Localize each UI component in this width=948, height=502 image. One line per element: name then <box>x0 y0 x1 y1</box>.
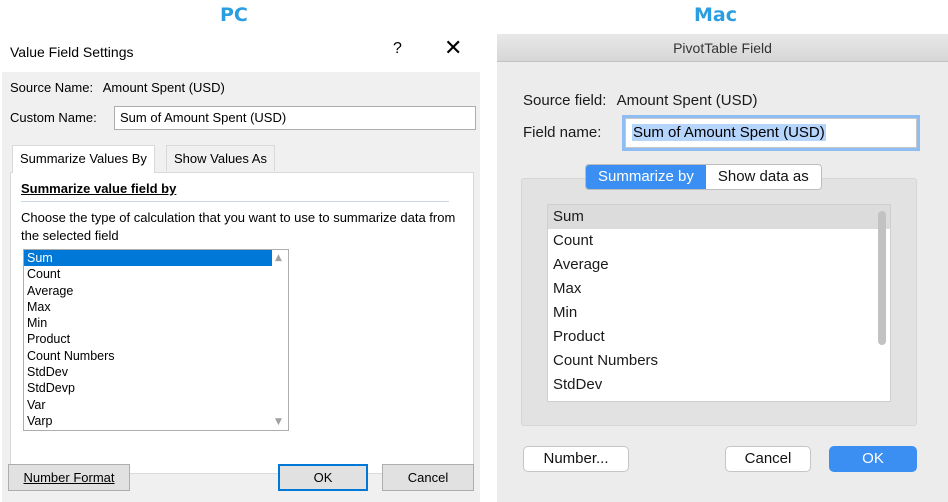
list-item[interactable]: Average <box>24 283 274 299</box>
list-item[interactable]: Product <box>24 331 274 347</box>
section-description: Choose the type of calculation that you … <box>21 210 456 243</box>
list-item[interactable]: Average <box>548 253 890 277</box>
list-item[interactable]: Max <box>24 299 274 315</box>
cancel-button[interactable]: Cancel <box>725 446 811 472</box>
section-divider <box>21 201 449 202</box>
close-icon[interactable]: ✕ <box>444 36 462 61</box>
list-item[interactable]: StdDev <box>24 364 274 380</box>
mac-caption: Mac <box>694 4 737 26</box>
list-item[interactable]: Var <box>24 397 274 413</box>
list-item[interactable]: Sum <box>24 250 274 267</box>
custom-name-field[interactable]: Sum of Amount Spent (USD) <box>114 106 476 130</box>
source-field-row: Source field: Amount Spent (USD) <box>523 92 757 109</box>
list-item[interactable]: Count <box>24 266 274 282</box>
list-item[interactable]: Product <box>548 325 890 349</box>
cancel-button[interactable]: Cancel <box>382 464 474 491</box>
pc-dialog-title: Value Field Settings <box>10 44 134 60</box>
pc-caption: PC <box>220 4 248 26</box>
ok-button[interactable]: OK <box>278 464 368 491</box>
pc-value-field-settings-dialog: Value Field Settings ? ✕ Source Name: Am… <box>0 32 482 502</box>
list-item[interactable]: StdDev <box>548 373 890 397</box>
segment-show-data-as[interactable]: Show data as <box>705 165 821 189</box>
tab-summarize-values-by[interactable]: Summarize Values By <box>12 145 155 173</box>
segmented-control: Summarize by Show data as <box>585 164 822 190</box>
ok-button[interactable]: OK <box>829 446 917 472</box>
mac-dialog-title: PivotTable Field <box>497 34 948 62</box>
list-item[interactable]: Varp <box>24 413 274 429</box>
number-format-button[interactable]: Number Format <box>8 464 130 491</box>
scroll-down-icon[interactable]: ▼ <box>275 417 282 427</box>
number-button[interactable]: Number... <box>523 446 629 472</box>
list-item[interactable]: Max <box>548 277 890 301</box>
mac-pivottable-field-dialog: PivotTable Field Source field: Amount Sp… <box>497 34 948 502</box>
scroll-up-icon[interactable]: ▲ <box>275 253 282 263</box>
summarize-panel: Summarize value field by Choose the type… <box>10 172 474 474</box>
custom-name-label: Custom Name: <box>10 110 97 125</box>
source-name-value: Amount Spent (USD) <box>102 80 225 95</box>
section-title: Summarize value field by <box>21 181 177 196</box>
listbox-scrollbar[interactable] <box>878 211 886 345</box>
calculation-listbox[interactable]: Sum Count Average Max Min Product Count … <box>23 249 289 431</box>
list-item[interactable]: StdDevp <box>24 380 274 396</box>
segment-summarize-by[interactable]: Summarize by <box>586 165 706 189</box>
source-name-label: Source Name: <box>10 80 94 95</box>
list-item[interactable]: Count <box>548 229 890 253</box>
pc-dialog-body: Source Name: Amount Spent (USD) Custom N… <box>2 72 480 502</box>
list-item[interactable]: Min <box>548 301 890 325</box>
source-field-value: Amount Spent (USD) <box>616 92 758 109</box>
listbox-scrollbar[interactable]: ▲ ▼ <box>272 250 288 430</box>
help-icon[interactable]: ? <box>393 40 402 58</box>
list-item[interactable]: Sum <box>548 205 890 229</box>
field-name-input[interactable]: Sum of Amount Spent (USD) <box>625 118 917 148</box>
summarize-listbox[interactable]: Sum Count Average Max Min Product Count … <box>547 204 891 402</box>
source-name-row: Source Name: Amount Spent (USD) <box>10 80 225 95</box>
source-field-label: Source field: <box>523 92 607 109</box>
list-item[interactable]: Min <box>24 315 274 331</box>
field-name-label: Field name: <box>523 124 602 141</box>
tab-show-values-as[interactable]: Show Values As <box>166 145 275 171</box>
field-name-selected-text: Sum of Amount Spent (USD) <box>632 124 826 141</box>
list-item[interactable]: Count Numbers <box>548 349 890 373</box>
list-item[interactable]: Count Numbers <box>24 348 274 364</box>
